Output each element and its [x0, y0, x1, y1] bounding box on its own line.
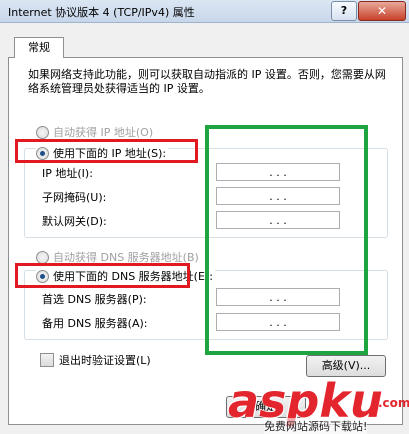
dns-auto-radio[interactable]: 自动获得 DNS 服务器地址(B): [36, 249, 201, 265]
ip-manual-radio[interactable]: 使用下面的 IP 地址(S):: [36, 145, 169, 161]
ip-address-label: IP 地址(I):: [42, 167, 93, 180]
radio-selected-icon: [36, 269, 49, 283]
watermark-subtitle: 免费网站源码下载站!: [264, 418, 368, 434]
alternate-dns-field[interactable]: . . .: [216, 313, 340, 331]
radio-selected-icon: [36, 146, 49, 160]
checkbox-icon: [40, 353, 54, 367]
window-title: Internet 协议版本 4 (TCP/IPv4) 属性: [8, 6, 195, 19]
watermark-suffix: .com: [378, 396, 409, 410]
ip-address-field[interactable]: . . .: [216, 163, 340, 181]
subnet-mask-label: 子网掩码(U):: [42, 191, 107, 204]
preferred-dns-label: 首选 DNS 服务器(P):: [42, 293, 147, 306]
radio-icon: [36, 125, 49, 139]
radio-icon: [36, 250, 49, 264]
dns-auto-label: 自动获得 DNS 服务器地址(B): [53, 251, 199, 264]
close-button[interactable]: ✕: [358, 1, 406, 21]
ip-auto-label: 自动获得 IP 地址(O): [53, 126, 154, 139]
default-gateway-field[interactable]: . . .: [216, 211, 340, 229]
ip-address-value: . . .: [269, 165, 287, 179]
ip-auto-radio[interactable]: 自动获得 IP 地址(O): [36, 124, 156, 140]
subnet-mask-field[interactable]: . . .: [216, 187, 340, 205]
help-button[interactable]: ?: [331, 1, 357, 21]
alternate-dns-value: . . .: [269, 315, 287, 329]
description-text: 如果网络支持此功能，则可以获取自动指派的 IP 设置。否则，您需要从网络系统管理…: [28, 68, 386, 95]
alternate-dns-label: 备用 DNS 服务器(A):: [42, 317, 148, 330]
validate-settings-label: 退出时验证设置(L): [59, 354, 151, 367]
subnet-mask-value: . . .: [269, 189, 287, 203]
validate-settings-checkbox[interactable]: 退出时验证设置(L): [40, 352, 151, 368]
tab-general[interactable]: 常规: [14, 37, 64, 58]
preferred-dns-value: . . .: [269, 290, 287, 304]
preferred-dns-field[interactable]: . . .: [216, 288, 340, 306]
title-bar: Internet 协议版本 4 (TCP/IPv4) 属性 ? ✕: [0, 0, 409, 23]
aspku-watermark-logo: aspku .com 免费网站源码下载站!: [228, 378, 409, 434]
default-gateway-value: . . .: [269, 213, 287, 227]
dns-manual-radio[interactable]: 使用下面的 DNS 服务器地址(E):: [36, 268, 215, 284]
default-gateway-label: 默认网关(D):: [42, 215, 107, 228]
dns-manual-label: 使用下面的 DNS 服务器地址(E):: [53, 270, 213, 283]
ip-manual-label: 使用下面的 IP 地址(S):: [53, 147, 167, 160]
